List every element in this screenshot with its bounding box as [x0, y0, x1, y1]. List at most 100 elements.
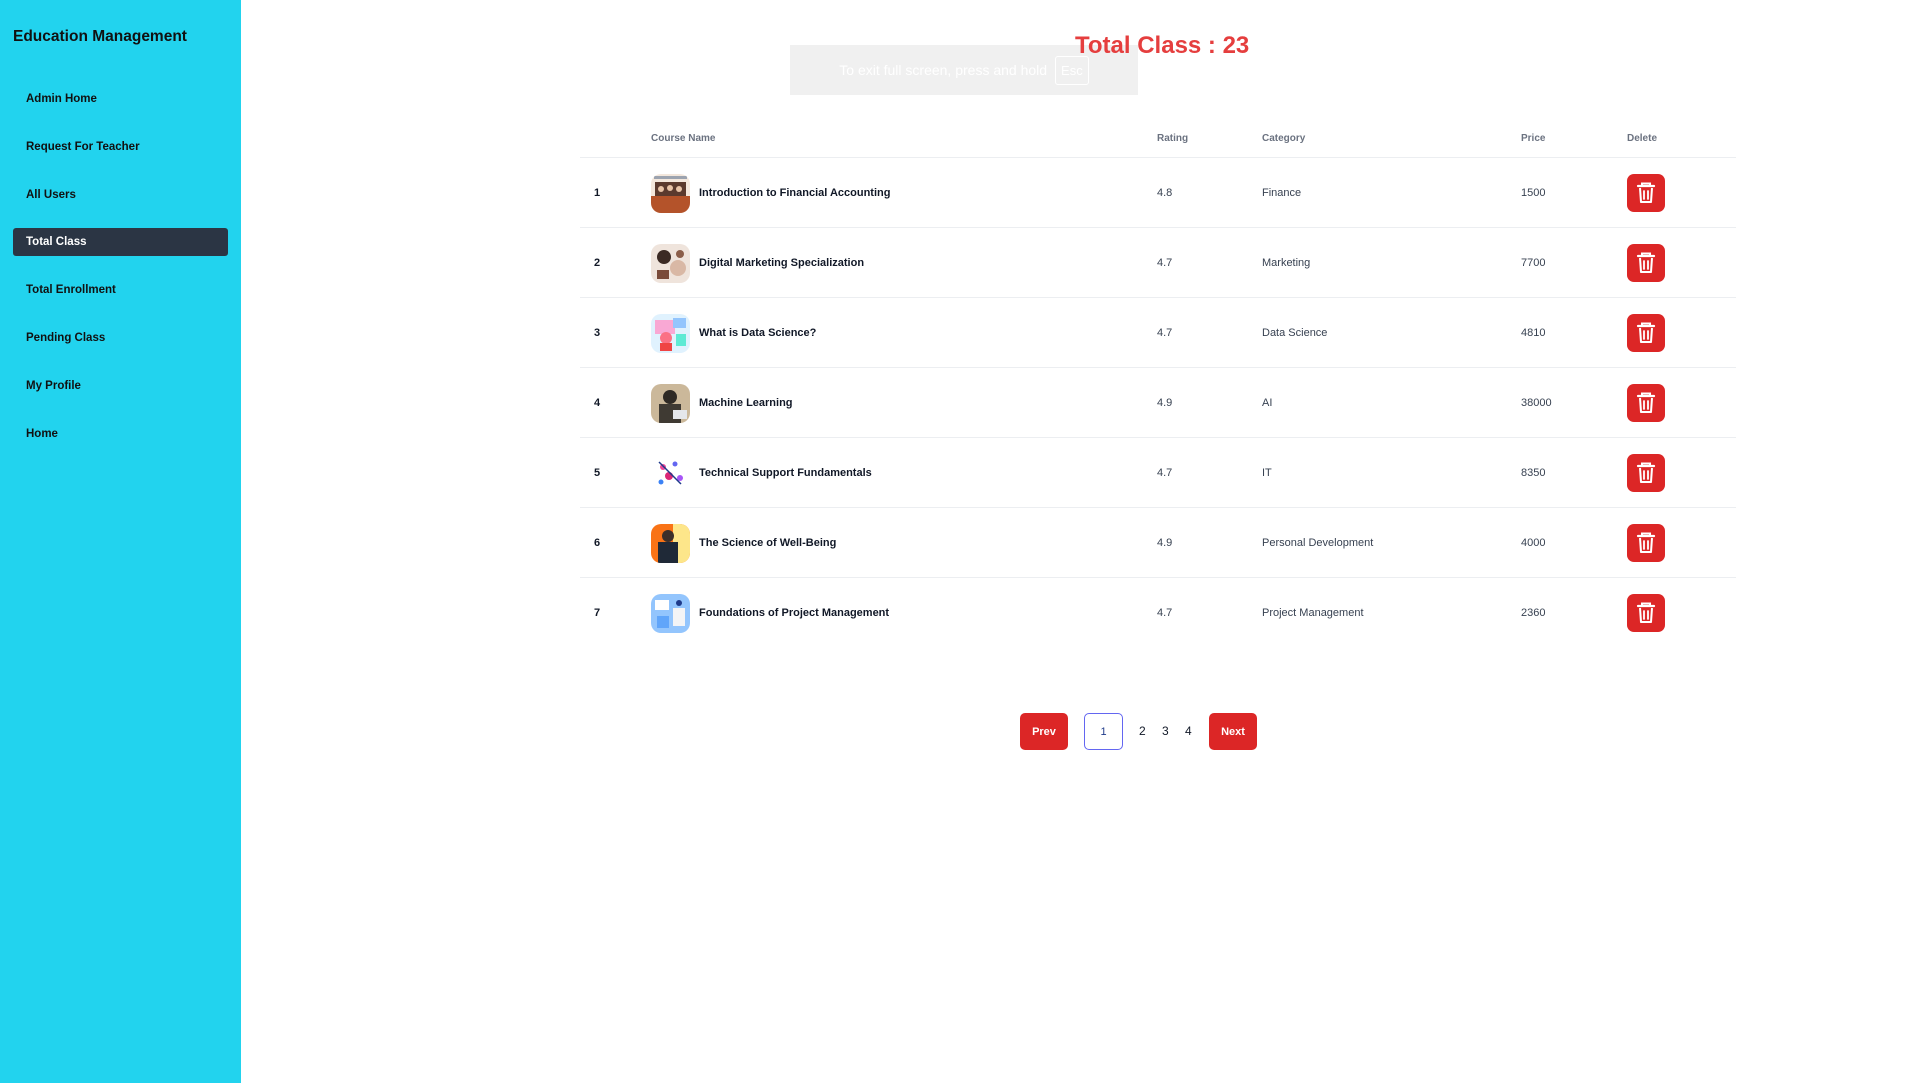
delete-button[interactable] [1627, 594, 1665, 632]
delete-button[interactable] [1627, 174, 1665, 212]
course-category: Finance [1262, 187, 1302, 199]
trash-icon [1636, 322, 1656, 343]
table-row: 2 Digital Marketing Specialization 4.7 Mark… [580, 228, 1736, 298]
prev-page-button[interactable]: Prev [1020, 713, 1068, 750]
course-rating: 4.8 [1157, 187, 1173, 199]
row-index: 5 [594, 467, 601, 479]
row-index: 4 [594, 397, 601, 409]
delete-button[interactable] [1627, 454, 1665, 492]
course-thumbnail [651, 313, 690, 353]
sidebar-item-home[interactable]: Home [13, 420, 228, 448]
table-header: Course Name Rating Category Price Delete [580, 125, 1736, 158]
page-1-current[interactable]: 1 [1084, 713, 1123, 750]
course-category: IT [1262, 467, 1272, 479]
sidebar-item-my-profile[interactable]: My Profile [13, 372, 228, 400]
course-cell: Introduction to Financial Accounting [651, 158, 890, 228]
sidebar-item-request-for-teacher[interactable]: Request For Teacher [13, 133, 228, 161]
course-rating: 4.7 [1157, 257, 1173, 269]
classes-table: Course Name Rating Category Price Delete… [580, 125, 1736, 648]
row-index: 3 [594, 327, 601, 339]
page-4-link[interactable]: 4 [1185, 713, 1192, 750]
course-category: Data Science [1262, 327, 1328, 339]
page-3-link[interactable]: 3 [1162, 713, 1169, 750]
course-thumbnail [651, 593, 690, 633]
row-index: 1 [594, 187, 601, 199]
fullscreen-notice-text: To exit full screen, press and hold [839, 62, 1048, 78]
table-row: 7 Foundations of Project Management 4.7 Pro… [580, 578, 1736, 648]
course-name: Technical Support Fundamentals [699, 467, 872, 479]
course-category: Project Management [1262, 607, 1364, 619]
course-thumbnail [651, 173, 690, 213]
course-name: What is Data Science? [699, 327, 817, 339]
course-price: 4810 [1521, 327, 1546, 339]
header-rating: Rating [1157, 133, 1189, 144]
course-rating: 4.7 [1157, 467, 1173, 479]
table-row: 3 What is Data Science? 4.7 Data Science 481… [580, 298, 1736, 368]
course-cell: What is Data Science? [651, 298, 816, 368]
sidebar-item-admin-home[interactable]: Admin Home [13, 85, 228, 113]
page-2-link[interactable]: 2 [1139, 713, 1146, 750]
trash-icon [1636, 462, 1656, 483]
course-price: 7700 [1521, 257, 1546, 269]
table-row: 4 Machine Learning 4.9 AI 38000 [580, 368, 1736, 438]
row-index: 6 [594, 537, 601, 549]
table-row: 1 Introduction to Financial Accounting 4.8… [580, 158, 1736, 228]
course-name: Digital Marketing Specialization [699, 257, 865, 269]
trash-icon [1636, 252, 1656, 273]
sidebar-item-pending-class[interactable]: Pending Class [13, 324, 228, 352]
course-thumbnail [651, 523, 690, 563]
course-name: The Science of Well-Being [699, 537, 837, 549]
table-row: 5 Technical Support Fundamentals 4.7 IT 8350 [580, 438, 1736, 508]
course-price: 8350 [1521, 467, 1546, 479]
course-thumbnail [651, 383, 690, 423]
course-name: Foundations of Project Management [699, 607, 890, 619]
course-cell: Technical Support Fundamentals [651, 438, 872, 508]
course-price: 38000 [1521, 397, 1552, 409]
next-page-button[interactable]: Next [1209, 713, 1257, 750]
course-rating: 4.7 [1157, 327, 1173, 339]
sidebar-item-all-users[interactable]: All Users [13, 181, 228, 209]
delete-cell [1627, 298, 1665, 368]
course-cell: Foundations of Project Management [651, 578, 889, 648]
header-course-name: Course Name [651, 133, 716, 144]
delete-cell [1627, 228, 1665, 298]
trash-icon [1636, 602, 1656, 623]
delete-button[interactable] [1627, 384, 1665, 422]
page-title: Total Class : 23 [1075, 32, 1250, 59]
course-cell: Machine Learning [651, 368, 793, 438]
header-delete: Delete [1627, 133, 1658, 144]
course-category: Personal Development [1262, 537, 1374, 549]
delete-cell [1627, 578, 1665, 648]
course-cell: The Science of Well-Being [651, 508, 836, 578]
course-price: 2360 [1521, 607, 1546, 619]
course-category: Marketing [1262, 257, 1311, 269]
course-price: 4000 [1521, 537, 1546, 549]
header-category: Category [1262, 133, 1306, 144]
trash-icon [1636, 392, 1656, 413]
row-index: 2 [594, 257, 601, 269]
course-price: 1500 [1521, 187, 1546, 199]
header-price: Price [1521, 133, 1546, 144]
delete-button[interactable] [1627, 244, 1665, 282]
table-body: 1 Introduction to Financial Accounting 4.8… [580, 158, 1736, 648]
delete-button[interactable] [1627, 314, 1665, 352]
delete-cell [1627, 158, 1665, 228]
course-thumbnail [651, 453, 690, 493]
course-rating: 4.9 [1157, 537, 1173, 549]
delete-cell [1627, 438, 1665, 508]
trash-icon [1636, 182, 1656, 203]
delete-cell [1627, 368, 1665, 438]
sidebar-item-total-enrollment[interactable]: Total Enrollment [13, 276, 228, 304]
course-thumbnail [651, 243, 690, 283]
brand-title: Education Management [13, 28, 187, 45]
trash-icon [1636, 532, 1656, 553]
course-cell: Digital Marketing Specialization [651, 228, 864, 298]
sidebar-item-total-class[interactable]: Total Class [13, 228, 228, 256]
course-rating: 4.7 [1157, 607, 1173, 619]
table-row: 6 The Science of Well-Being 4.9 Personal De… [580, 508, 1736, 578]
row-index: 7 [594, 607, 601, 619]
course-name: Introduction to Financial Accounting [699, 187, 891, 199]
course-rating: 4.9 [1157, 397, 1173, 409]
delete-cell [1627, 508, 1665, 578]
delete-button[interactable] [1627, 524, 1665, 562]
